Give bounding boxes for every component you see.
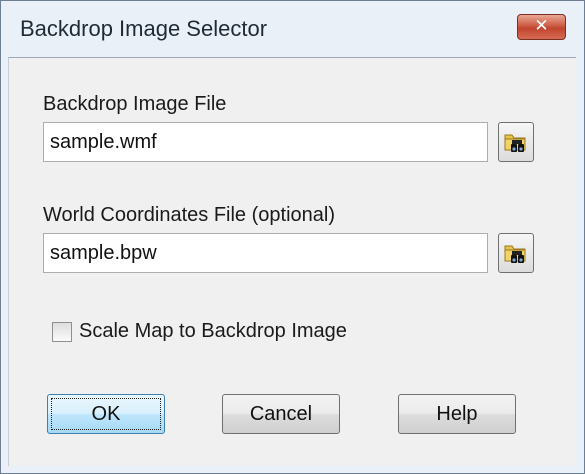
window-title: Backdrop Image Selector <box>20 16 268 41</box>
close-button[interactable]: ✕ <box>517 14 566 40</box>
close-icon: ✕ <box>534 16 549 36</box>
help-button[interactable]: Help <box>398 394 516 434</box>
cancel-button-label: Cancel <box>249 403 313 425</box>
backdrop-image-selector-dialog: Backdrop Image Selector ✕ Backdrop Image… <box>0 0 585 474</box>
help-button-label: Help <box>436 403 478 425</box>
focus-rectangle <box>51 398 161 430</box>
dialog-body: Backdrop Image File sample.wmf World Coo… <box>8 57 576 466</box>
scale-map-label[interactable]: Scale Map to Backdrop Image <box>79 320 347 343</box>
scale-map-checkbox[interactable] <box>52 322 72 342</box>
ok-button[interactable]: OK <box>47 394 165 434</box>
folder-binoculars-icon <box>504 134 526 152</box>
cancel-button[interactable]: Cancel <box>222 394 340 434</box>
backdrop-file-browse-button[interactable] <box>498 122 534 162</box>
backdrop-file-label: Backdrop Image File <box>43 93 227 115</box>
title-bar[interactable]: Backdrop Image Selector ✕ <box>1 1 584 57</box>
world-file-label: World Coordinates File (optional) <box>43 204 335 226</box>
world-file-browse-button[interactable] <box>498 233 534 273</box>
folder-binoculars-icon <box>504 245 526 263</box>
backdrop-file-input[interactable]: sample.wmf <box>43 122 488 162</box>
world-file-input[interactable]: sample.bpw <box>43 233 488 273</box>
